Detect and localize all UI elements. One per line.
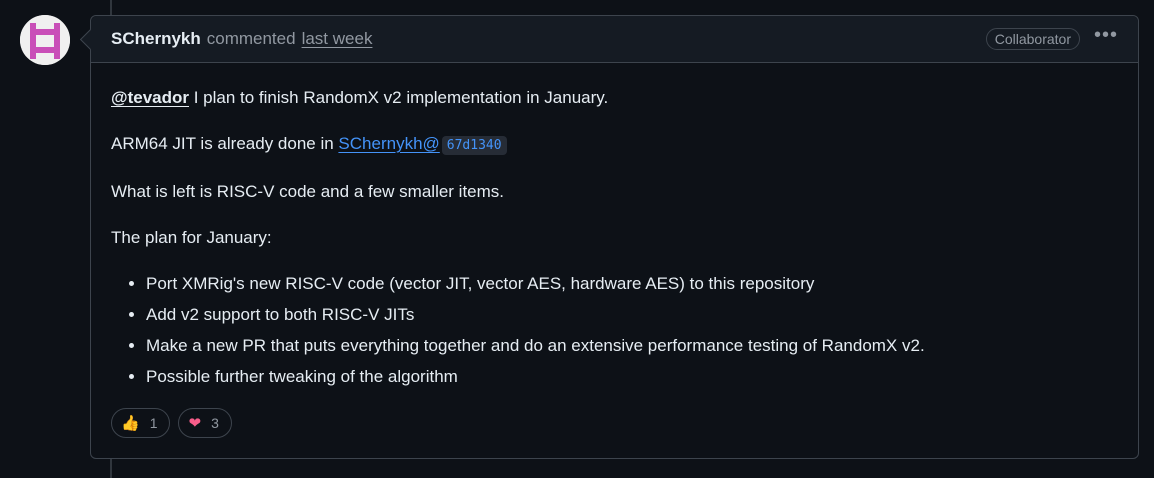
collaborator-badge: Collaborator <box>985 28 1080 50</box>
comment-body: @tevador I plan to finish RandomX v2 imp… <box>91 63 1138 392</box>
commit-link[interactable]: SChernykh@ <box>338 134 439 153</box>
plan-list: Port XMRig's new RISC-V code (vector JIT… <box>111 268 1118 392</box>
reaction-heart-button[interactable]: ❤ 3 <box>178 408 232 438</box>
kebab-menu-icon[interactable]: ••• <box>1094 25 1118 53</box>
avatar-identicon <box>20 15 70 65</box>
list-item: Possible further tweaking of the algorit… <box>146 361 1118 392</box>
intro-text: I plan to finish RandomX v2 implementati… <box>189 88 609 107</box>
paragraph-plan-heading: The plan for January: <box>111 228 272 247</box>
reactions-bar: 👍 1 ❤ 3 <box>111 408 232 438</box>
comment-header: SChernykh commented last week Collaborat… <box>91 16 1138 63</box>
comment-author[interactable]: SChernykh <box>111 29 201 49</box>
avatar[interactable] <box>20 15 70 65</box>
paragraph-remaining: What is left is RISC-V code and a few sm… <box>111 182 505 201</box>
comment-timestamp[interactable]: last week <box>302 29 373 49</box>
arm64-text: ARM64 JIT is already done in <box>111 134 339 153</box>
reaction-thumbs-up-button[interactable]: 👍 1 <box>111 408 171 438</box>
list-item: Port XMRig's new RISC-V code (vector JIT… <box>146 268 1118 299</box>
comment-action: commented <box>206 29 296 48</box>
reaction-count: 3 <box>211 415 219 431</box>
header-actions: Collaborator ••• <box>985 25 1118 53</box>
paragraph-intro: @tevador I plan to finish RandomX v2 imp… <box>111 86 1118 110</box>
list-item: Add v2 support to both RISC-V JITs <box>146 299 1118 330</box>
list-item: Make a new PR that puts everything toget… <box>146 330 1118 361</box>
comment-box: SChernykh commented last week Collaborat… <box>79 15 1139 459</box>
paragraph-arm64: ARM64 JIT is already done in SChernykh@ 6… <box>111 132 1118 158</box>
commit-sha[interactable]: 67d1340 <box>441 136 507 155</box>
thumbs-up-icon: 👍 <box>121 415 140 432</box>
reaction-count: 1 <box>149 415 158 431</box>
user-mention[interactable]: @tevador <box>111 88 189 107</box>
heart-icon: ❤ <box>188 415 202 432</box>
